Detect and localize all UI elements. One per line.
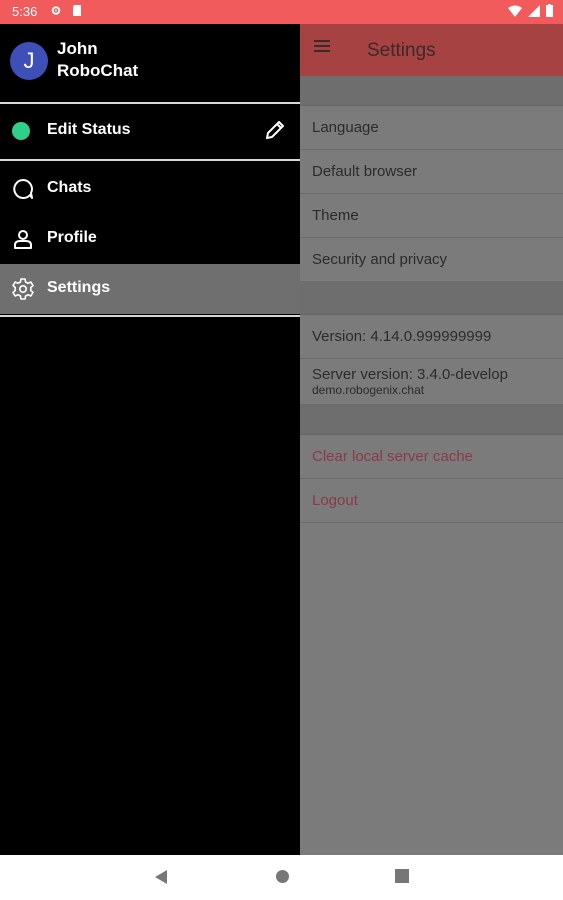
recents-icon[interactable] xyxy=(395,869,409,883)
settings-item-label: Language xyxy=(312,119,379,136)
settings-item-label: Security and privacy xyxy=(312,251,448,268)
avatar: J xyxy=(10,42,48,80)
version-info[interactable]: Version: 4.14.0.999999999 xyxy=(300,315,563,359)
edit-status-row[interactable]: Edit Status xyxy=(0,104,300,159)
divider xyxy=(0,159,300,161)
settings-item-security[interactable]: Security and privacy xyxy=(300,238,563,282)
sidebar-item-chats[interactable]: Chats xyxy=(0,164,300,214)
sidebar-item-label: Profile xyxy=(47,229,97,246)
sidebar-item-label: Chats xyxy=(47,179,92,196)
section-spacer xyxy=(300,76,563,106)
sidebar-item-profile[interactable]: Profile xyxy=(0,214,300,264)
server-version-info[interactable]: Server version: 3.4.0-develop demo.robog… xyxy=(300,359,563,405)
divider xyxy=(0,315,300,317)
system-indicators xyxy=(508,4,553,17)
pencil-icon[interactable] xyxy=(264,119,286,141)
settings-notification-icon xyxy=(51,6,61,15)
home-icon[interactable] xyxy=(275,869,290,884)
system-navigation-bar xyxy=(0,855,563,900)
menu-icon[interactable] xyxy=(314,40,330,54)
section-spacer xyxy=(300,282,563,315)
status-bar: 5:36 xyxy=(0,0,563,24)
sidebar-item-settings[interactable]: Settings xyxy=(0,264,300,314)
battery-icon xyxy=(546,4,553,17)
sd-card-icon xyxy=(73,5,81,16)
chat-bubble-icon xyxy=(13,179,33,199)
clear-cache-button[interactable]: Clear local server cache xyxy=(300,435,563,479)
settings-item-label: Default browser xyxy=(312,163,418,180)
settings-screen: Settings Language Default browser Theme … xyxy=(300,24,563,855)
status-time: 5:36 xyxy=(12,4,38,19)
page-title: Settings xyxy=(367,40,436,61)
gear-icon xyxy=(12,278,34,300)
navigation-drawer: J John RoboChat Edit Status Chats Profil… xyxy=(0,24,300,855)
sidebar-item-label: Settings xyxy=(47,279,111,296)
logout-label: Logout xyxy=(312,492,358,509)
person-icon xyxy=(14,230,32,249)
server-host-text: demo.robogenix.chat xyxy=(312,383,425,397)
online-status-dot xyxy=(12,122,30,140)
section-spacer xyxy=(300,405,563,435)
back-icon[interactable] xyxy=(154,869,168,885)
clear-cache-label: Clear local server cache xyxy=(312,448,473,465)
logout-button[interactable]: Logout xyxy=(300,479,563,523)
server-version-text: Server version: 3.4.0-develop xyxy=(312,366,508,383)
edit-status-label: Edit Status xyxy=(47,121,131,138)
settings-item-theme[interactable]: Theme xyxy=(300,194,563,238)
settings-item-label: Theme xyxy=(312,207,359,224)
user-name: John RoboChat xyxy=(57,39,139,80)
settings-item-default-browser[interactable]: Default browser xyxy=(300,150,563,194)
wifi-icon xyxy=(508,5,522,17)
version-text: Version: 4.14.0.999999999 xyxy=(312,328,492,345)
signal-icon xyxy=(528,4,540,17)
settings-app-bar: Settings xyxy=(300,24,563,76)
settings-item-language[interactable]: Language xyxy=(300,106,563,150)
user-profile-header[interactable]: J John RoboChat xyxy=(0,24,300,102)
